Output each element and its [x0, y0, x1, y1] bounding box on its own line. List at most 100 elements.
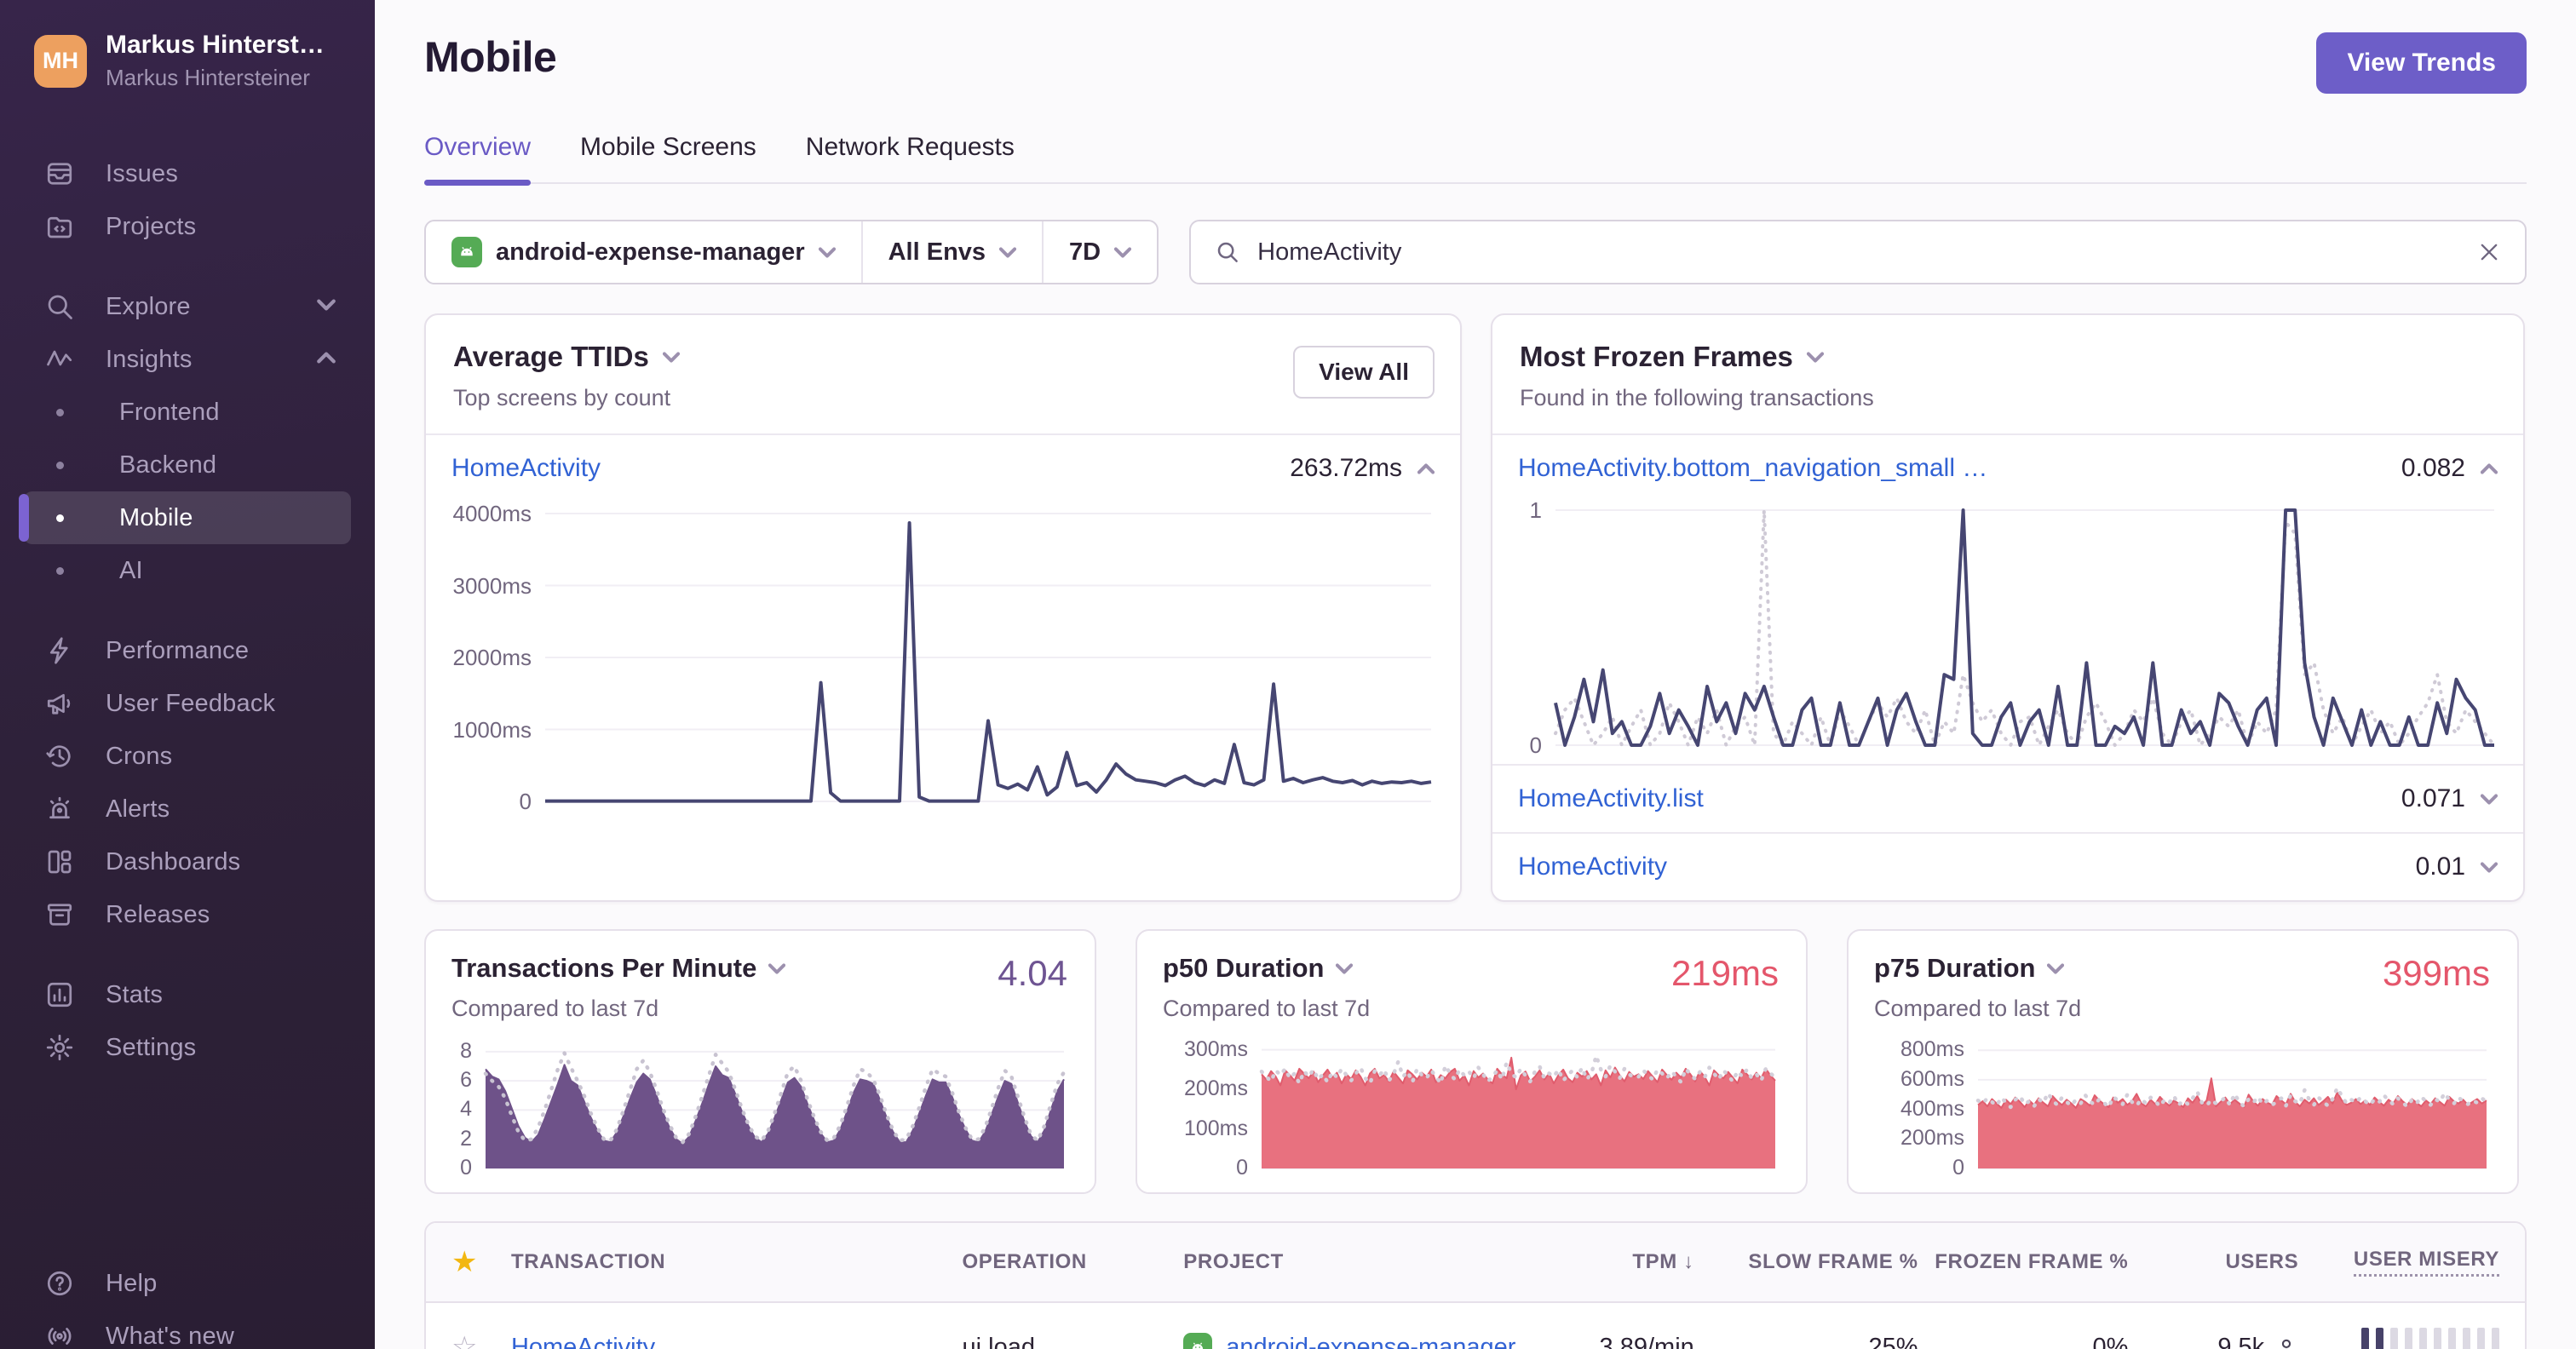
sidebar-item-issues[interactable]: Issues	[24, 147, 351, 200]
widget-title: p50 Duration	[1163, 953, 1325, 983]
stats-icon	[43, 978, 77, 1012]
sidebar-item-crons[interactable]: Crons	[24, 730, 351, 783]
sidebar-item-insights[interactable]: Insights	[24, 333, 351, 386]
chevron-down-icon[interactable]	[662, 351, 680, 363]
misery-bar	[2418, 1328, 2427, 1349]
star-toggle-icon[interactable]: ☆	[451, 1330, 511, 1349]
transaction-link[interactable]: HomeActivity.list	[1518, 784, 1704, 813]
sidebar-item-stats[interactable]: Stats	[24, 968, 351, 1021]
misery-bar	[2433, 1328, 2441, 1349]
transaction-link[interactable]: HomeActivity.bottom_navigation_small …	[1518, 454, 1987, 483]
chevron-down-icon[interactable]	[1336, 962, 1354, 974]
frozen-value: 0.071	[2401, 784, 2465, 812]
p50-duration-widget: p50 Duration 219ms Compared to last 7d 3…	[1136, 929, 1808, 1194]
misery-bar	[2462, 1328, 2470, 1349]
view-all-button[interactable]: View All	[1293, 346, 1435, 399]
search-icon	[1215, 239, 1240, 265]
transactions-table: ★ TRANSACTION OPERATION PROJECT TPM ↓ SL…	[424, 1221, 2527, 1349]
transaction-link[interactable]: HomeActivity	[451, 454, 601, 483]
axis-tick-label: 1	[1529, 497, 1542, 523]
ttid-chart: 4000ms 3000ms 2000ms 1000ms 0	[450, 501, 1436, 814]
sidebar-item-mobile[interactable]: Mobile	[19, 491, 351, 544]
sidebar-item-frontend[interactable]: Frontend	[24, 386, 351, 439]
sidebar-item-explore[interactable]: Explore	[24, 280, 351, 333]
frozen-row-bottom-navigation[interactable]: HomeActivity.bottom_navigation_small … 0…	[1492, 435, 2523, 502]
axis-tick-label: 8	[460, 1038, 472, 1063]
environment-selector[interactable]: All Envs	[860, 221, 1042, 283]
siren-icon	[43, 792, 77, 826]
p75-value: 399ms	[2382, 953, 2490, 993]
chevron-down-icon[interactable]	[768, 962, 786, 974]
transaction-link[interactable]: HomeActivity	[511, 1334, 655, 1349]
col-frozen-frame[interactable]: FROZEN FRAME %	[1918, 1250, 2129, 1274]
expand-icon[interactable]	[2481, 861, 2498, 873]
average-ttids-widget: Average TTIDs Top screens by count View …	[424, 313, 1462, 902]
transaction-link[interactable]: HomeActivity	[1518, 852, 1667, 881]
sidebar-item-user-feedback[interactable]: User Feedback	[24, 677, 351, 730]
project-link[interactable]: android-expense-manager	[1226, 1334, 1515, 1349]
frozen-row-homeactivity[interactable]: HomeActivity 0.01	[1492, 834, 2523, 900]
org-switcher[interactable]: MH Markus Hinterst… Markus Hintersteiner	[34, 31, 349, 91]
page-title: Mobile	[424, 33, 557, 81]
environment-selector-value: All Envs	[888, 238, 986, 266]
col-transaction[interactable]: TRANSACTION	[511, 1250, 963, 1274]
sidebar-item-releases[interactable]: Releases	[24, 888, 351, 941]
tab-overview[interactable]: Overview	[424, 133, 532, 186]
search-input[interactable]	[1257, 238, 2460, 267]
chevron-down-icon[interactable]	[1806, 351, 1824, 363]
starred-column-icon[interactable]: ★	[451, 1245, 511, 1279]
sidebar-item-projects[interactable]: Projects	[24, 200, 351, 253]
axis-tick-label: 0	[1529, 732, 1542, 758]
widget-title: Average TTIDs	[453, 341, 649, 372]
col-slow-frame[interactable]: SLOW FRAME %	[1694, 1250, 1918, 1274]
tab-network-requests[interactable]: Network Requests	[806, 133, 1015, 182]
sidebar-item-help[interactable]: Help	[24, 1257, 351, 1310]
misery-bar	[2404, 1328, 2412, 1349]
project-selector[interactable]: android-expense-manager	[426, 221, 861, 283]
sidebar-item-whats-new[interactable]: What's new	[24, 1310, 351, 1349]
main-content: Mobile View Trends Overview Mobile Scree…	[375, 0, 2576, 1349]
expand-icon[interactable]	[2481, 793, 2498, 805]
axis-tick-label: 6	[460, 1068, 472, 1093]
sidebar-item-ai[interactable]: AI	[24, 544, 351, 597]
sidebar-item-settings[interactable]: Settings	[24, 1021, 351, 1074]
table-row[interactable]: ☆ HomeActivity ui.load android-expense-m…	[426, 1303, 2525, 1349]
frozen-row-list[interactable]: HomeActivity.list 0.071	[1492, 766, 2523, 832]
clear-search-icon[interactable]	[2477, 240, 2501, 264]
col-tpm-sorted[interactable]: TPM ↓	[1524, 1250, 1694, 1274]
android-platform-icon	[1183, 1333, 1213, 1349]
col-operation[interactable]: OPERATION	[963, 1250, 1184, 1274]
col-users[interactable]: USERS	[2128, 1250, 2298, 1274]
widget-subtitle: Compared to last 7d	[1163, 996, 1371, 1021]
misery-bar	[2447, 1328, 2456, 1349]
p50-chart: 300ms 200ms 100ms 0	[1163, 1037, 1780, 1180]
search-bar[interactable]	[1189, 220, 2527, 284]
widget-subtitle: Compared to last 7d	[451, 996, 659, 1021]
date-range-selector[interactable]: 7D	[1042, 221, 1157, 283]
dashboard-icon	[43, 845, 77, 879]
android-platform-icon	[451, 237, 482, 267]
view-trends-button[interactable]: View Trends	[2316, 32, 2527, 94]
widget-title: Most Frozen Frames	[1520, 341, 1793, 372]
misery-bar	[2476, 1328, 2485, 1349]
col-user-misery[interactable]: USER MISERY	[2298, 1248, 2499, 1277]
sidebar-item-alerts[interactable]: Alerts	[24, 783, 351, 835]
frozen-frames-chart: 10	[1516, 497, 2499, 758]
chevron-up-icon	[317, 352, 336, 368]
most-frozen-frames-widget: Most Frozen Frames Found in the followin…	[1491, 313, 2525, 902]
axis-tick-label: 2	[460, 1126, 472, 1151]
collapse-icon[interactable]	[1417, 462, 1435, 474]
projects-icon	[43, 210, 77, 244]
widget-subtitle: Top screens by count	[453, 385, 671, 410]
sidebar-item-backend[interactable]: Backend	[24, 439, 351, 491]
col-project[interactable]: PROJECT	[1183, 1250, 1524, 1274]
gear-icon	[43, 1030, 77, 1065]
ttid-row-homeactivity[interactable]: HomeActivity 263.72ms	[426, 435, 1460, 502]
tab-mobile-screens[interactable]: Mobile Screens	[580, 133, 756, 182]
widget-subtitle: Compared to last 7d	[1874, 996, 2082, 1021]
collapse-icon[interactable]	[2481, 462, 2498, 474]
chevron-down-icon[interactable]	[2047, 962, 2065, 974]
page-filter-group: android-expense-manager All Envs 7D	[424, 220, 1159, 284]
sidebar-item-dashboards[interactable]: Dashboards	[24, 835, 351, 888]
sidebar-item-performance[interactable]: Performance	[24, 624, 351, 677]
